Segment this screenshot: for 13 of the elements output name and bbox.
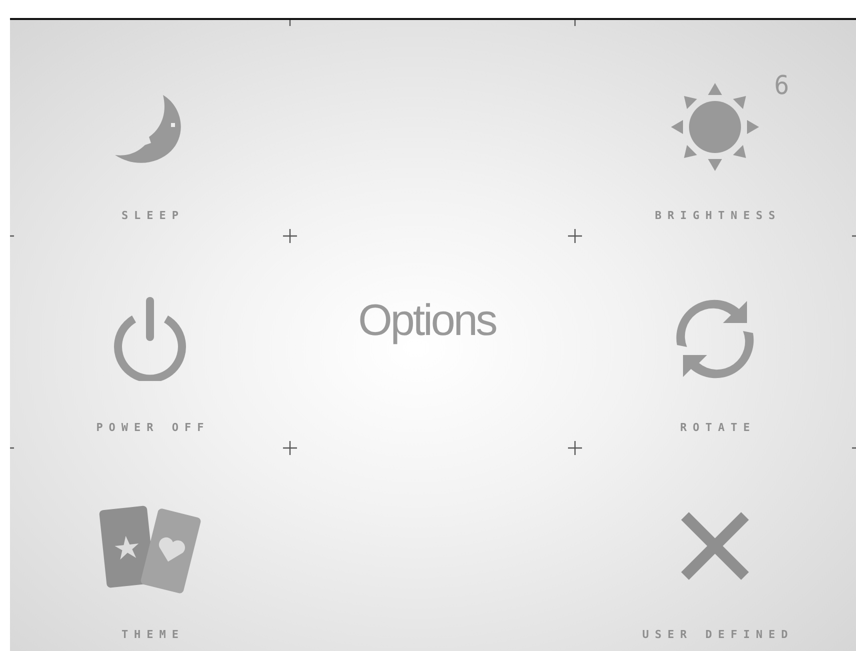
power-option-button[interactable]: POWER OFF	[62, 232, 238, 444]
rotate-option-button[interactable]: ROTATE	[639, 232, 791, 444]
brightness-option-button[interactable]: 6 BRIGHTNESS	[620, 20, 810, 232]
crosshair-mark	[567, 440, 583, 456]
screen-title: Options	[358, 296, 496, 346]
crosshair-mark	[282, 440, 298, 456]
theme-option-button[interactable]: THEME	[61, 444, 239, 651]
close-icon	[678, 510, 751, 582]
sleep-option-button[interactable]: SLEEP	[71, 20, 229, 232]
brightness-value: 6	[774, 71, 789, 101]
crosshair-mark	[567, 228, 583, 244]
crosshair-mark	[282, 228, 298, 244]
close-option-button[interactable]: USER DEFINED	[608, 444, 822, 651]
